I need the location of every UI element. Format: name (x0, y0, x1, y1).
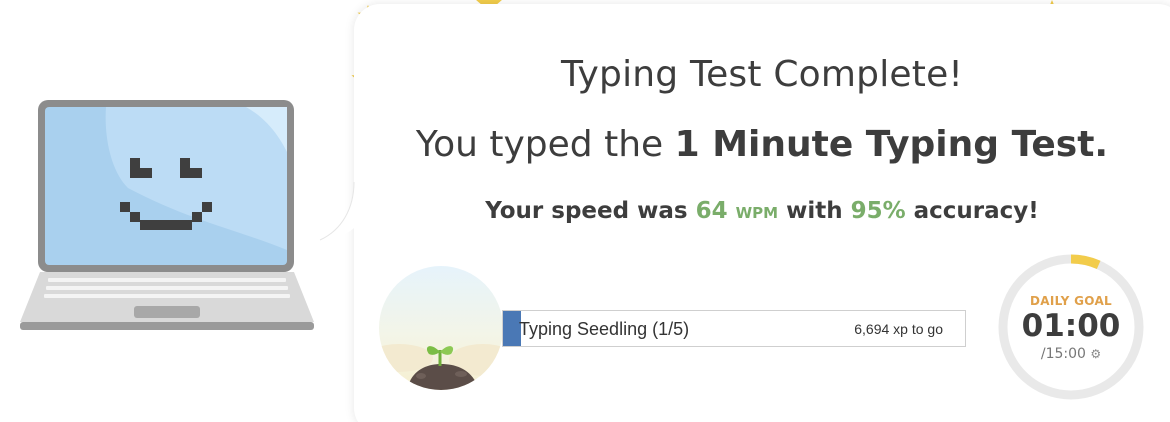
test-name: 1 Minute Typing Test. (674, 124, 1109, 165)
speed-prefix: Your speed was (485, 198, 696, 224)
wpm-value: 64 (695, 198, 728, 224)
xp-to-go: 6,694 xp to go (854, 321, 943, 337)
page-title: Typing Test Complete! (560, 54, 964, 95)
gear-icon[interactable]: ⚙ (1090, 347, 1101, 361)
level-progress-bar: Typing Seedling (1/5) 6,694 xp to go (502, 310, 966, 347)
subtitle-prefix: You typed the (415, 124, 675, 165)
daily-goal-time: 01:00 (1021, 308, 1121, 344)
laptop-mascot (18, 100, 318, 335)
test-summary: You typed the 1 Minute Typing Test. (354, 124, 1170, 165)
goal-total-text: /15:00 (1040, 346, 1086, 362)
speed-middle: with (778, 198, 851, 224)
speed-suffix: accuracy! (905, 198, 1039, 224)
level-label: Typing Seedling (1/5) (519, 319, 690, 339)
wpm-unit: WPM (735, 204, 779, 222)
daily-goal-widget[interactable]: DAILY GOAL 01:00 /15:00 ⚙ (996, 252, 1146, 402)
daily-goal-label: DAILY GOAL (1029, 294, 1113, 308)
speed-summary: Your speed was 64 WPM with 95% accuracy! (354, 198, 1170, 224)
daily-goal-total: /15:00 ⚙ (996, 346, 1146, 362)
accuracy-value: 95% (850, 198, 906, 224)
level-badge (379, 266, 503, 390)
